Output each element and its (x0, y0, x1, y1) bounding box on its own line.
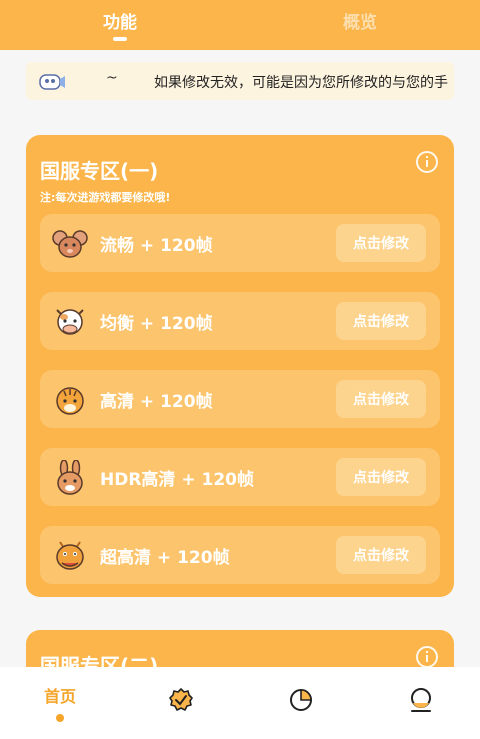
nav-active-dot (56, 714, 64, 722)
option-row-ultra-hd: 超高清 + 120帧 点击修改 (40, 526, 440, 584)
option-label: HDR高清 + 120帧 (100, 470, 254, 490)
info-icon[interactable] (416, 151, 438, 173)
nav-profile[interactable] (360, 667, 480, 739)
bottom-nav: 首页 (0, 667, 480, 739)
mouse-icon (52, 230, 88, 258)
section-cn-server-1: 国服专区(一) 注:每次进游戏都要修改哦! 流畅 + 120帧 点击修改 均衡 … (26, 135, 454, 597)
option-row-hdr: HDR高清 + 120帧 点击修改 (40, 448, 440, 506)
notice-prefix: ~ (106, 70, 118, 86)
option-row-balanced: 均衡 + 120帧 点击修改 (40, 292, 440, 350)
modify-button[interactable]: 点击修改 (336, 536, 426, 574)
tab-features[interactable]: 功能 (98, 8, 142, 33)
tab-active-indicator (113, 37, 127, 41)
badge-check-icon (169, 688, 193, 711)
option-label: 超高清 + 120帧 (100, 548, 230, 568)
profile-icon (411, 688, 431, 712)
modify-button[interactable]: 点击修改 (336, 380, 426, 418)
tab-overview[interactable]: 概览 (338, 8, 382, 33)
option-row-hd: 高清 + 120帧 点击修改 (40, 370, 440, 428)
notice-text: 如果修改无效，可能是因为您所修改的与您的手 (154, 75, 448, 91)
cow-icon (56, 309, 84, 335)
pie-chart-icon (290, 689, 312, 711)
modify-button[interactable]: 点击修改 (336, 458, 426, 496)
option-label: 高清 + 120帧 (100, 392, 213, 412)
option-label: 均衡 + 120帧 (100, 314, 213, 334)
section-note: 注:每次进游戏都要修改哦! (40, 191, 171, 204)
option-label: 流畅 + 120帧 (100, 236, 213, 256)
modify-button[interactable]: 点击修改 (336, 224, 426, 262)
section-title: 国服专区(一) (40, 159, 159, 183)
dragon-icon (56, 541, 84, 570)
nav-home[interactable]: 首页 (0, 667, 120, 739)
modify-button[interactable]: 点击修改 (336, 302, 426, 340)
nav-badge[interactable] (120, 667, 240, 739)
nav-stats[interactable] (240, 667, 360, 739)
notice-bar: ~ 如果修改无效，可能是因为您所修改的与您的手 (26, 62, 454, 100)
megaphone-icon (39, 74, 65, 90)
option-row-smooth: 流畅 + 120帧 点击修改 (40, 214, 440, 272)
rabbit-icon (57, 460, 83, 495)
tiger-icon (56, 387, 84, 415)
top-tab-bar: 功能 概览 (0, 0, 480, 50)
nav-home-label: 首页 (43, 687, 76, 706)
info-icon[interactable] (416, 646, 438, 668)
